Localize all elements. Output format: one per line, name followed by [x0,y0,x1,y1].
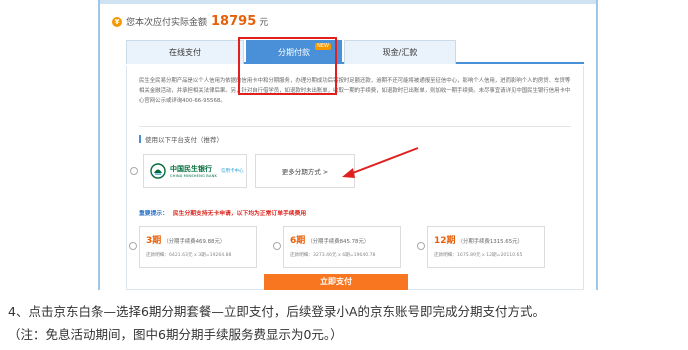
plan-fee: （分期手续费469.88元） [163,239,226,245]
installment-notice: 民生全民易分期产品是以个人信用为依据的信用卡中和分期服务，办理分期成功后需按时足… [139,78,571,104]
payment-panel: ¥ 您本次应付实际金额 18795 元 在线支付 分期付款 NEW 现金/汇款 … [98,0,598,290]
plan-radio-3[interactable] [129,242,137,250]
tab-cash-transfer[interactable]: 现金/汇款 [344,40,456,64]
annotation-highlight-box [238,37,337,95]
divider [139,126,571,127]
plan-detail: 还款明细：3273.46元 x 6期=19640.78 [290,253,376,258]
bank-name-cn: 中国民生银行 [170,165,212,173]
plan-6-period[interactable]: 6期 （分期手续费845.78元） 还款明细：3273.46元 x 6期=196… [283,226,401,268]
bank-section-title: 使用以下平台支付（推荐） [139,134,223,144]
promo-value: 民生分期支持无卡申请，以下均为正常订单手续费用 [172,211,307,217]
section-bar [139,135,141,143]
tab-label: 在线支付 [169,48,201,57]
bank-radio[interactable] [130,167,138,175]
plan-head: 3期 （分期手续费469.88元） [146,233,256,246]
amount-unit: 元 [259,18,269,28]
plan-head: 6期 （分期手续费845.78元） [290,233,400,246]
plan-3-period[interactable]: 3期 （分期手续费469.88元） 还款明细：6421.63元 x 3期=192… [139,226,257,268]
plan-head: 12期 （分期手续费1315.65元） [434,233,544,246]
caption-line-1: 4、点击京东白条—选择6期分期套餐—立即支付，后续登录小A的京东账号即完成分期支… [8,304,545,319]
installment-content: 民生全民易分期产品是以个人信用为依据的信用卡中和分期服务，办理分期成功后需按时足… [126,66,584,290]
promo-key: 重要提示： [139,211,168,217]
plan-period: 12期 [434,236,456,246]
tab-online-payment[interactable]: 在线支付 [126,40,244,64]
plan-detail: 还款明细：6421.63元 x 3期=19264.88 [146,253,232,258]
promo-notice: 重要提示： 民生分期支持无卡申请，以下均为正常订单手续费用 [139,208,306,217]
bank-name: 中国民生银行 CHINA MINSHENG BANK [170,164,217,178]
section-title-text: 使用以下平台支付（推荐） [145,136,223,144]
plan-detail: 还款明细：1675.89元 x 12期=20110.65 [434,253,523,258]
amount-value: 18795 [211,14,257,29]
caption-line-2: （注：免息活动期间，图中6期分期手续服务费显示为0元。） [8,327,343,342]
payment-tabs: 在线支付 分期付款 NEW 现金/汇款 [126,40,584,64]
plan-radio-6[interactable] [273,242,281,250]
installment-plans: 3期 （分期手续费469.88元） 还款明细：6421.63元 x 3期=192… [127,226,585,270]
plan-period: 3期 [146,236,162,246]
bank-sub-label: 信用卡中心 [221,169,244,174]
top-border [100,0,596,4]
yen-circle-icon: ¥ [112,16,122,27]
amount-row: ¥ 您本次应付实际金额 18795 元 [112,14,268,29]
pay-now-button[interactable]: 立即支付 [264,274,408,290]
amount-label: 您本次应付实际金额 [126,18,208,28]
more-installment-options[interactable]: 更多分期方式 > [255,154,355,188]
more-options-label: 更多分期方式 > [281,168,329,176]
plan-period: 6期 [290,236,306,246]
plan-radio-12[interactable] [417,242,425,250]
minsheng-bank-option[interactable]: 中国民生银行 CHINA MINSHENG BANK 信用卡中心 [143,154,247,188]
plan-fee: （分期手续费1315.65元） [457,239,523,245]
tab-label: 现金/汇款 [382,48,418,57]
bank-row: 中国民生银行 CHINA MINSHENG BANK 信用卡中心 更多分期方式 … [127,150,585,196]
plan-12-period[interactable]: 12期 （分期手续费1315.65元） 还款明细：1675.89元 x 12期=… [427,226,545,268]
plan-fee: （分期手续费845.78元） [307,239,370,245]
bank-name-en: CHINA MINSHENG BANK [170,174,218,178]
minsheng-bank-logo [150,163,166,179]
